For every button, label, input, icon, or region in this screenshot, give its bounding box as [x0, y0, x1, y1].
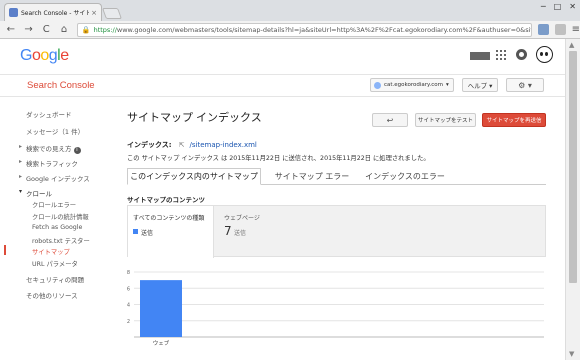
- sidebar-subitem-crawl-errors[interactable]: クロールエラー: [32, 200, 76, 209]
- chevron-down-icon: ▾: [446, 82, 449, 88]
- extension-icon[interactable]: [538, 24, 549, 35]
- stat-heading: ウェブページ: [224, 215, 260, 222]
- new-tab-button[interactable]: [101, 8, 123, 19]
- site-selector[interactable]: cat.egokorodiary.com ▾: [370, 78, 454, 92]
- chart-ytick-label: 6: [127, 286, 130, 292]
- resubmit-sitemap-button[interactable]: サイトマップを再送信: [482, 113, 546, 127]
- reload-icon[interactable]: C: [39, 24, 53, 35]
- browser-menu-icon[interactable]: ≡: [572, 24, 580, 35]
- stat-sublabel: 送信: [234, 230, 247, 237]
- submission-status: この サイトマップ インデックス は 2015年11月22日 に送信され、201…: [127, 155, 430, 162]
- sidebar-item-other-resources[interactable]: その他のリソース: [26, 290, 78, 300]
- legend-swatch: [133, 229, 138, 234]
- app-title[interactable]: Search Console: [27, 80, 95, 91]
- window-controls: ─ □ ✕: [541, 2, 576, 11]
- sidebar-item-search-traffic[interactable]: 検索トラフィック: [19, 158, 78, 168]
- tab-sitemaps-in-index[interactable]: このインデックス内のサイトマップ: [127, 168, 261, 185]
- sidebar-subitem-robots-tester[interactable]: robots.txt テスター: [32, 236, 90, 245]
- page-title: サイトマップ インデックス: [127, 112, 262, 124]
- section-title: サイトマップのコンテンツ: [127, 196, 205, 204]
- index-info: インデックス: ⇱ /sitemap-index.xml: [127, 140, 257, 150]
- chart-bar: [140, 280, 182, 337]
- active-item-marker: [4, 245, 6, 255]
- stats-panel: すべてのコンテンツの種類 送信 ウェブページ 7 送信: [127, 205, 546, 258]
- minimize-icon[interactable]: ─: [541, 2, 546, 11]
- maximize-icon[interactable]: □: [554, 2, 562, 11]
- sidebar-item-label: 検索での見え方: [26, 145, 72, 153]
- home-icon[interactable]: ⌂: [57, 24, 71, 35]
- sidebar-item-crawl[interactable]: クロール: [19, 188, 52, 198]
- sidebar-item-search-appearance[interactable]: 検索での見え方i: [19, 143, 81, 154]
- sidebar-subitem-url-parameters[interactable]: URL パラメータ: [32, 259, 78, 268]
- stat-web-pages[interactable]: ウェブページ 7 送信: [220, 206, 300, 258]
- url-scheme: https://: [93, 25, 117, 34]
- account-name-redacted[interactable]: [470, 52, 490, 60]
- lock-icon: 🔒: [81, 25, 91, 34]
- browser-toolbar: ← → C ⌂ 🔒 https:// www.google.com/webmas…: [0, 21, 580, 39]
- sidebar-item-messages[interactable]: メッセージ（1 件）: [26, 126, 84, 136]
- tab-title: Search Console - サイトマ: [21, 10, 90, 17]
- notifications-icon[interactable]: [516, 49, 527, 60]
- search-console-header: Search Console cat.egokorodiary.com ▾ ヘル…: [0, 75, 565, 97]
- scroll-down-icon[interactable]: ▼: [569, 350, 574, 358]
- tab-index-errors[interactable]: インデックスのエラー: [362, 168, 448, 185]
- browser-tab[interactable]: Search Console - サイトマ ×: [4, 3, 102, 21]
- extension-icon[interactable]: [554, 24, 566, 35]
- sidebar-subitem-sitemaps[interactable]: サイトマップ: [32, 247, 70, 256]
- external-link-icon[interactable]: ⇱: [179, 141, 184, 149]
- legend-label: 送信: [141, 230, 154, 237]
- stat-value: 7: [224, 224, 232, 238]
- sidebar-item-security-issues[interactable]: セキュリティの問題: [26, 274, 84, 284]
- google-logo[interactable]: Google: [20, 47, 69, 65]
- chart-ytick-label: 4: [127, 303, 130, 309]
- tab-sitemap-errors[interactable]: サイトマップ エラー: [267, 168, 357, 185]
- close-window-icon[interactable]: ✕: [569, 2, 576, 11]
- site-name: cat.egokorodiary.com: [384, 82, 444, 88]
- content-tabs: このインデックス内のサイトマップ サイトマップ エラー インデックスのエラー: [127, 168, 546, 185]
- globe-icon: [374, 81, 381, 89]
- search-console-favicon-icon: [9, 8, 18, 17]
- test-sitemap-button[interactable]: サイトマップをテスト: [415, 113, 476, 127]
- sidebar-subitem-crawl-stats[interactable]: クロールの統計情報: [32, 212, 89, 221]
- sidebar-item-dashboard[interactable]: ダッシュボード: [26, 109, 72, 119]
- scroll-up-icon[interactable]: ▲: [569, 41, 574, 49]
- sidebar-subitem-fetch-as-google[interactable]: Fetch as Google: [32, 224, 82, 231]
- stat-all-content-types[interactable]: すべてのコンテンツの種類 送信: [128, 206, 214, 258]
- info-icon[interactable]: i: [73, 147, 81, 154]
- chart-ytick-label: 8: [127, 270, 130, 276]
- help-dropdown[interactable]: ヘルプ ▾: [462, 78, 498, 92]
- google-bar: Google: [0, 39, 565, 75]
- chart-xtick-label: ウェブ: [153, 339, 170, 347]
- scroll-thumb[interactable]: [569, 51, 577, 283]
- tab-close-icon[interactable]: ×: [91, 9, 97, 17]
- index-label: インデックス:: [127, 141, 172, 149]
- back-arrow-icon[interactable]: ←: [4, 24, 18, 35]
- sitemap-index-link[interactable]: /sitemap-index.xml: [190, 141, 257, 149]
- sidebar: ダッシュボード メッセージ（1 件） 検索での見え方i 検索トラフィック Goo…: [0, 97, 118, 360]
- settings-gear-button[interactable]: ⚙ ▾: [506, 78, 544, 92]
- back-button[interactable]: ↩: [372, 113, 408, 127]
- address-bar[interactable]: 🔒 https:// www.google.com/webmasters/too…: [76, 22, 532, 37]
- sidebar-item-google-index[interactable]: Google インデックス: [19, 173, 90, 183]
- forward-arrow-icon[interactable]: →: [22, 24, 36, 35]
- page-scrollbar[interactable]: ▲ ▼: [565, 39, 580, 360]
- submitted-bar-chart: 2 4 6 8 ウェブ: [127, 270, 544, 347]
- apps-grid-icon[interactable]: [496, 50, 506, 60]
- stat-heading: すべてのコンテンツの種類: [133, 215, 205, 222]
- avatar[interactable]: [536, 46, 553, 63]
- chart-ytick-label: 2: [127, 319, 130, 325]
- url-text: www.google.com/webmasters/tools/sitemap-…: [116, 25, 532, 34]
